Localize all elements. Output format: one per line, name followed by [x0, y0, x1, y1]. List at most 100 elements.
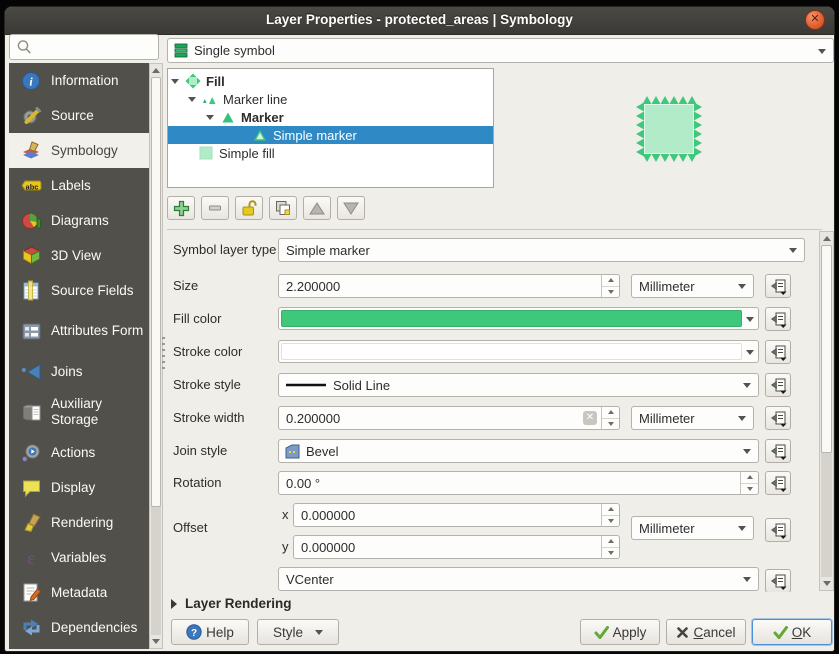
scroll-down-icon[interactable]	[823, 581, 831, 586]
move-down-button[interactable]	[337, 196, 365, 220]
symbol-tree-item-marker-line[interactable]: Marker line	[168, 90, 493, 108]
sidebar-item-auxiliary-storage[interactable]: Auxiliary Storage	[9, 389, 149, 435]
rotation-label: Rotation	[173, 471, 221, 495]
sidebar-item-variables[interactable]: εVariables	[9, 540, 149, 575]
sidebar-item-diagrams[interactable]: Diagrams	[9, 203, 149, 238]
join-style-label: Join style	[173, 439, 227, 463]
sidebar-item-information[interactable]: iInformation	[9, 63, 149, 98]
join-style-select[interactable]: Bevel	[278, 439, 759, 463]
layer-rendering-section[interactable]: Layer Rendering	[171, 596, 292, 611]
symbol-layer-type-select[interactable]: Simple marker	[278, 238, 805, 262]
sidebar-item-label: Information	[51, 73, 147, 89]
size-input[interactable]: 2.200000	[278, 274, 620, 298]
sidebar-item-label: Actions	[51, 445, 147, 461]
chevron-down-icon	[743, 383, 751, 388]
symbol-tree-item-marker[interactable]: Marker	[168, 108, 493, 126]
attributes-form-icon	[19, 320, 43, 342]
add-symbol-layer-button[interactable]	[167, 196, 195, 220]
help-button[interactable]: ? Help	[171, 619, 249, 645]
spinner[interactable]	[601, 536, 619, 558]
bevel-join-icon	[285, 444, 300, 459]
stroke-style-data-defined-override-button[interactable]	[765, 373, 791, 397]
rotation-data-defined-override-button[interactable]	[765, 471, 791, 495]
clear-icon[interactable]: ✕	[583, 411, 597, 425]
apply-button[interactable]: Apply	[580, 619, 660, 645]
spinner[interactable]	[601, 504, 619, 526]
sidebar-item-source-fields[interactable]: Source Fields	[9, 273, 149, 308]
cancel-button[interactable]: Cancel	[666, 619, 746, 645]
lock-colors-button[interactable]	[235, 196, 263, 220]
titlebar: Layer Properties - protected_areas | Sym…	[5, 7, 834, 35]
stroke-width-unit-select[interactable]: Millimeter	[631, 406, 754, 430]
duplicate-icon	[274, 199, 292, 217]
anchor-data-defined-override-button[interactable]	[765, 569, 791, 592]
scroll-down-icon[interactable]	[152, 639, 160, 644]
move-up-button[interactable]	[303, 196, 331, 220]
sidebar-item-rendering[interactable]: Rendering	[9, 505, 149, 540]
sidebar-item-display[interactable]: Display	[9, 470, 149, 505]
expand-arrow-icon	[171, 599, 177, 609]
splitter-handle[interactable]	[162, 337, 165, 371]
fill-color-data-defined-override-button[interactable]	[765, 307, 791, 331]
layer-properties-dialog: Layer Properties - protected_areas | Sym…	[4, 6, 835, 652]
tree-item-label: Simple fill	[219, 146, 275, 161]
spinner[interactable]	[601, 275, 619, 297]
scroll-up-icon[interactable]	[823, 236, 831, 241]
simple-marker-icon	[251, 127, 269, 143]
stroke-width-input[interactable]: 0.200000 ✕	[278, 406, 620, 430]
symbol-tree-item-simple-marker[interactable]: Simple marker	[168, 126, 493, 144]
stroke-width-data-defined-override-button[interactable]	[765, 406, 791, 430]
symbol-tree-item-fill[interactable]: Fill	[168, 72, 493, 90]
offset-data-defined-override-button[interactable]	[765, 518, 791, 542]
diagrams-icon	[19, 210, 43, 232]
symbol-tree-item-simple-fill[interactable]: Simple fill	[168, 144, 493, 162]
scrollbar-thumb[interactable]	[821, 245, 832, 453]
sidebar-item-3d-view[interactable]: 3D View	[9, 238, 149, 273]
spinner[interactable]	[601, 407, 619, 429]
stroke-color-button[interactable]	[278, 340, 759, 363]
stroke-color-data-defined-override-button[interactable]	[765, 340, 791, 364]
expander-icon[interactable]	[171, 79, 179, 84]
expander-icon[interactable]	[206, 115, 214, 120]
sidebar-item-metadata[interactable]: Metadata	[9, 575, 149, 610]
renderer-combobox[interactable]: Single symbol	[167, 38, 834, 63]
offset-x-input[interactable]: 0.000000	[293, 503, 620, 527]
join-style-data-defined-override-button[interactable]	[765, 439, 791, 463]
style-button[interactable]: Style	[257, 619, 339, 645]
scrollbar-thumb[interactable]	[151, 77, 161, 507]
sidebar-scrollbar[interactable]	[149, 63, 163, 649]
close-icon[interactable]: ✕	[805, 10, 825, 30]
offset-unit-select[interactable]: Millimeter	[631, 516, 754, 540]
spinner[interactable]	[740, 472, 758, 494]
data-defined-override-icon	[769, 442, 788, 461]
check-icon	[773, 626, 788, 639]
sidebar-item-dependencies[interactable]: Dependencies	[9, 610, 149, 645]
duplicate-symbol-layer-button[interactable]	[269, 196, 297, 220]
data-defined-override-icon	[769, 376, 788, 395]
rotation-input[interactable]: 0.00 °	[278, 471, 759, 495]
expander-icon[interactable]	[188, 97, 196, 102]
sidebar-item-label: Auxiliary Storage	[51, 396, 147, 427]
size-data-defined-override-button[interactable]	[765, 274, 791, 298]
stroke-style-select[interactable]: Solid Line	[278, 373, 759, 397]
anchor-point-select[interactable]: VCenter	[278, 567, 759, 591]
sidebar-item-source[interactable]: Source	[9, 98, 149, 133]
fill-color-button[interactable]	[278, 307, 759, 330]
sidebar-item-attributes-form[interactable]: Attributes Form	[9, 308, 149, 354]
scroll-up-icon[interactable]	[152, 68, 160, 73]
ok-button[interactable]: OK	[752, 619, 832, 645]
marker-line-icon	[201, 91, 219, 107]
remove-symbol-layer-button[interactable]	[201, 196, 229, 220]
sidebar-item-actions[interactable]: Actions	[9, 435, 149, 470]
size-unit-select[interactable]: Millimeter	[631, 274, 754, 298]
sidebar-item-label: Diagrams	[51, 213, 147, 229]
svg-text:?: ?	[191, 628, 197, 639]
sidebar-item-labels[interactable]: abcLabels	[9, 168, 149, 203]
properties-scrollbar[interactable]	[819, 231, 834, 591]
display-icon	[19, 477, 43, 499]
sidebar-item-symbology[interactable]: Symbology	[9, 133, 149, 168]
sidebar-item-joins[interactable]: Joins	[9, 354, 149, 389]
fill-icon	[184, 73, 202, 89]
offset-y-input[interactable]: 0.000000	[293, 535, 620, 559]
search-input[interactable]	[36, 39, 158, 56]
